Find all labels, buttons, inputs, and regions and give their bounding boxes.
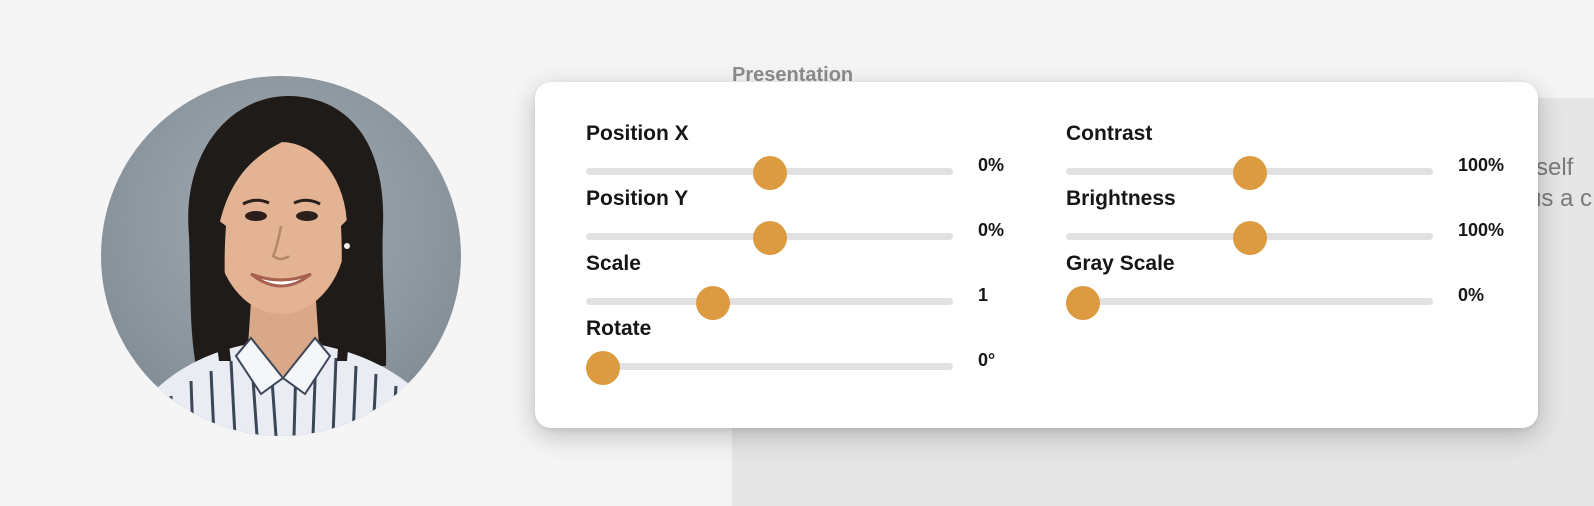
position-y-slider-thumb[interactable] bbox=[752, 221, 787, 255]
gray-scale-value: 0% bbox=[1458, 285, 1485, 305]
rotate-slider-thumb[interactable] bbox=[586, 351, 620, 385]
rotate-slider-track[interactable] bbox=[586, 363, 953, 370]
brightness-slider-thumb[interactable] bbox=[1232, 221, 1267, 255]
position-y-value: 0% bbox=[978, 220, 1005, 240]
gray-scale-slider-thumb[interactable] bbox=[1066, 286, 1100, 320]
scale-label: Scale bbox=[586, 252, 641, 275]
brightness-value: 100% bbox=[1458, 220, 1505, 240]
brightness-control: Brightness 100% bbox=[1066, 187, 1546, 255]
gray-scale-control: Gray Scale 0% bbox=[1066, 252, 1546, 320]
brightness-label: Brightness bbox=[1066, 187, 1176, 210]
image-adjustment-panel: Position X 0% Position Y 0% Scale 1 Rotate 0° Co… bbox=[535, 82, 1538, 428]
scale-value: 1 bbox=[978, 285, 989, 305]
rotate-value: 0° bbox=[978, 350, 996, 370]
scale-control: Scale 1 bbox=[586, 252, 1066, 320]
gray-scale-label: Gray Scale bbox=[1066, 252, 1175, 275]
rotate-control: Rotate 0° bbox=[586, 317, 1066, 385]
contrast-value: 100% bbox=[1458, 155, 1505, 175]
contrast-control: Contrast 100% bbox=[1066, 122, 1546, 190]
contrast-slider-thumb[interactable] bbox=[1232, 156, 1267, 190]
scale-slider-thumb[interactable] bbox=[695, 286, 730, 320]
position-x-slider-thumb[interactable] bbox=[752, 156, 787, 190]
position-y-control: Position Y 0% bbox=[586, 187, 1066, 255]
avatar-photo bbox=[101, 76, 461, 436]
position-x-control: Position X 0% bbox=[586, 122, 1066, 190]
position-y-label: Position Y bbox=[586, 187, 689, 210]
scale-slider-track[interactable] bbox=[586, 298, 953, 305]
gray-scale-slider-track[interactable] bbox=[1066, 298, 1433, 305]
rotate-label: Rotate bbox=[586, 317, 652, 340]
contrast-label: Contrast bbox=[1066, 122, 1153, 145]
position-x-label: Position X bbox=[586, 122, 689, 145]
portrait-icon bbox=[141, 95, 431, 436]
position-x-value: 0% bbox=[978, 155, 1005, 175]
